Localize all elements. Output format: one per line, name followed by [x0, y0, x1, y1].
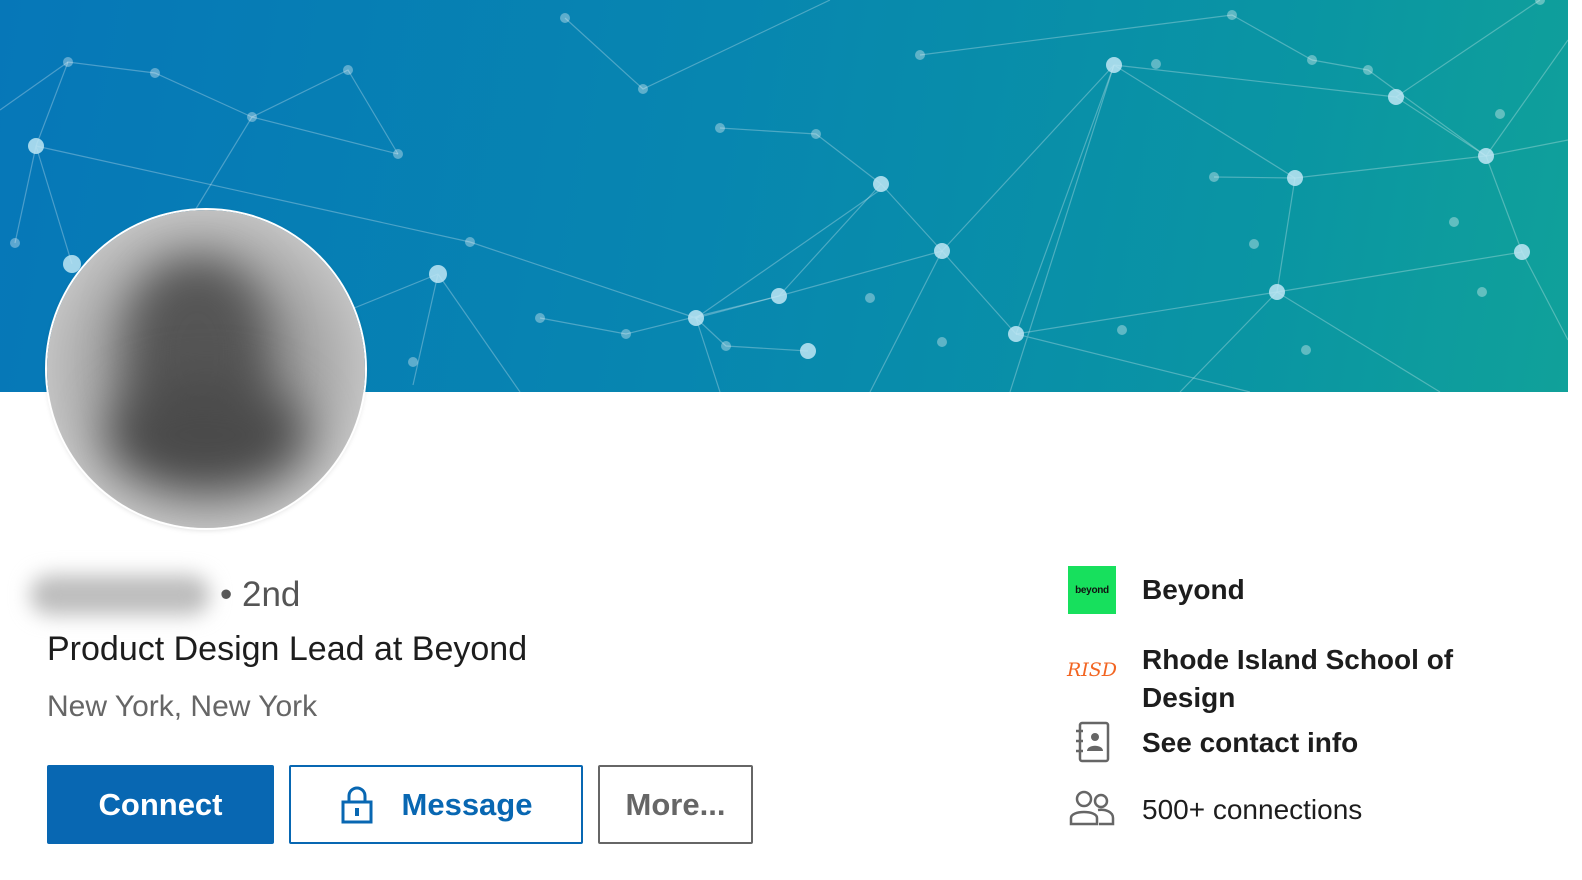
beyond-logo-text: beyond — [1075, 584, 1109, 596]
school-name: Rhode Island School of Design — [1142, 641, 1453, 717]
current-company-link[interactable]: beyond Beyond — [1068, 566, 1245, 614]
company-logo: beyond — [1068, 566, 1116, 614]
profile-name-row: • 2nd — [30, 570, 300, 620]
connect-button-label: Connect — [98, 786, 223, 822]
education-link[interactable]: RISD Rhode Island School of Design — [1066, 641, 1453, 717]
more-actions-button[interactable]: More... — [598, 765, 753, 844]
message-button-label: Message — [401, 786, 533, 822]
contact-info-link[interactable]: See contact info — [1068, 719, 1358, 767]
risd-logo-text: RISD — [1066, 659, 1118, 681]
connect-button[interactable]: Connect — [47, 765, 274, 844]
profile-headline: Product Design Lead at Beyond — [47, 630, 528, 668]
lock-icon — [341, 786, 373, 823]
message-button[interactable]: Message — [289, 765, 583, 844]
profile-location: New York, New York — [47, 690, 318, 723]
profile-name-redacted — [30, 575, 210, 615]
risd-logo-icon: RISD — [1066, 646, 1118, 694]
school-logo: RISD — [1066, 646, 1118, 694]
more-button-label: More... — [625, 786, 726, 822]
contact-info-label: See contact info — [1142, 727, 1359, 758]
connections-count: 500+ connections — [1142, 794, 1363, 825]
beyond-logo-icon: beyond — [1068, 566, 1116, 614]
school-name-line1: Rhode Island School of — [1142, 644, 1454, 675]
profile-photo-avatar[interactable] — [47, 210, 365, 528]
connections-link[interactable]: 500+ connections — [1068, 784, 1362, 832]
contact-book-icon — [1068, 719, 1116, 767]
connection-degree: • 2nd — [220, 575, 301, 614]
avatar-blur-shape — [107, 380, 307, 490]
school-name-line2: Design — [1142, 682, 1236, 713]
company-name: Beyond — [1142, 574, 1245, 605]
people-icon — [1068, 784, 1116, 832]
